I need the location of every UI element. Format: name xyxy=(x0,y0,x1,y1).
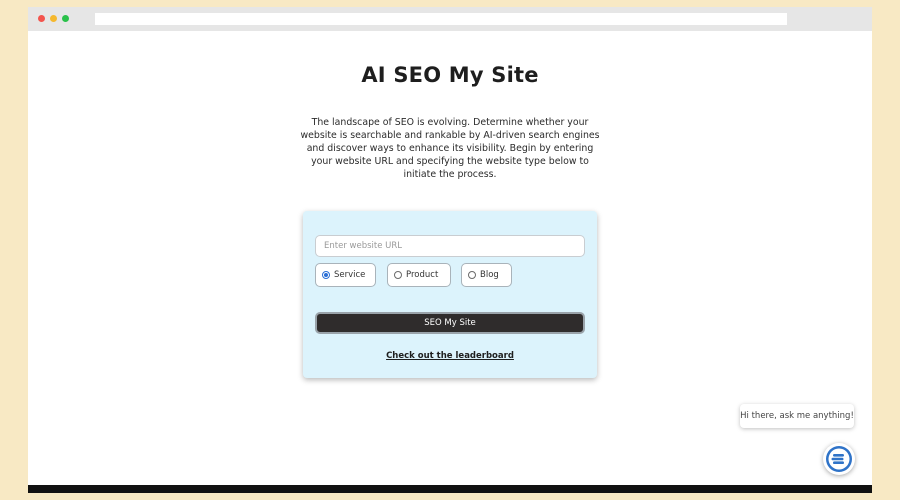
type-option-label: Service xyxy=(334,270,366,280)
radio-unselected-icon[interactable] xyxy=(468,271,476,279)
browser-window: AI SEO My Site The landscape of SEO is e… xyxy=(28,7,872,493)
chat-greeting-bubble[interactable]: Hi there, ask me anything! xyxy=(740,404,854,428)
e-logo-icon xyxy=(826,446,852,472)
address-bar[interactable] xyxy=(95,13,787,25)
type-option-label: Blog xyxy=(480,270,499,280)
page-title: AI SEO My Site xyxy=(361,63,539,87)
maximize-window-dot-icon[interactable] xyxy=(62,15,69,22)
type-option-blog[interactable]: Blog xyxy=(461,263,512,287)
close-window-dot-icon[interactable] xyxy=(38,15,45,22)
chat-launcher-button[interactable] xyxy=(823,443,855,475)
seo-my-site-button[interactable]: SEO My Site xyxy=(315,312,585,334)
type-option-label: Product xyxy=(406,270,439,280)
intro-text: The landscape of SEO is evolving. Determ… xyxy=(300,117,600,180)
leaderboard-link[interactable]: Check out the leaderboard xyxy=(303,351,597,361)
type-option-service[interactable]: Service xyxy=(315,263,376,287)
browser-toolbar xyxy=(28,7,872,31)
seo-form-card: Service Product Blog SEO My Site Check o… xyxy=(303,211,597,378)
browser-bottom-bar xyxy=(28,485,872,493)
website-url-input[interactable] xyxy=(315,235,585,257)
minimize-window-dot-icon[interactable] xyxy=(50,15,57,22)
type-option-product[interactable]: Product xyxy=(387,263,451,287)
radio-unselected-icon[interactable] xyxy=(394,271,402,279)
radio-selected-icon[interactable] xyxy=(322,271,330,279)
